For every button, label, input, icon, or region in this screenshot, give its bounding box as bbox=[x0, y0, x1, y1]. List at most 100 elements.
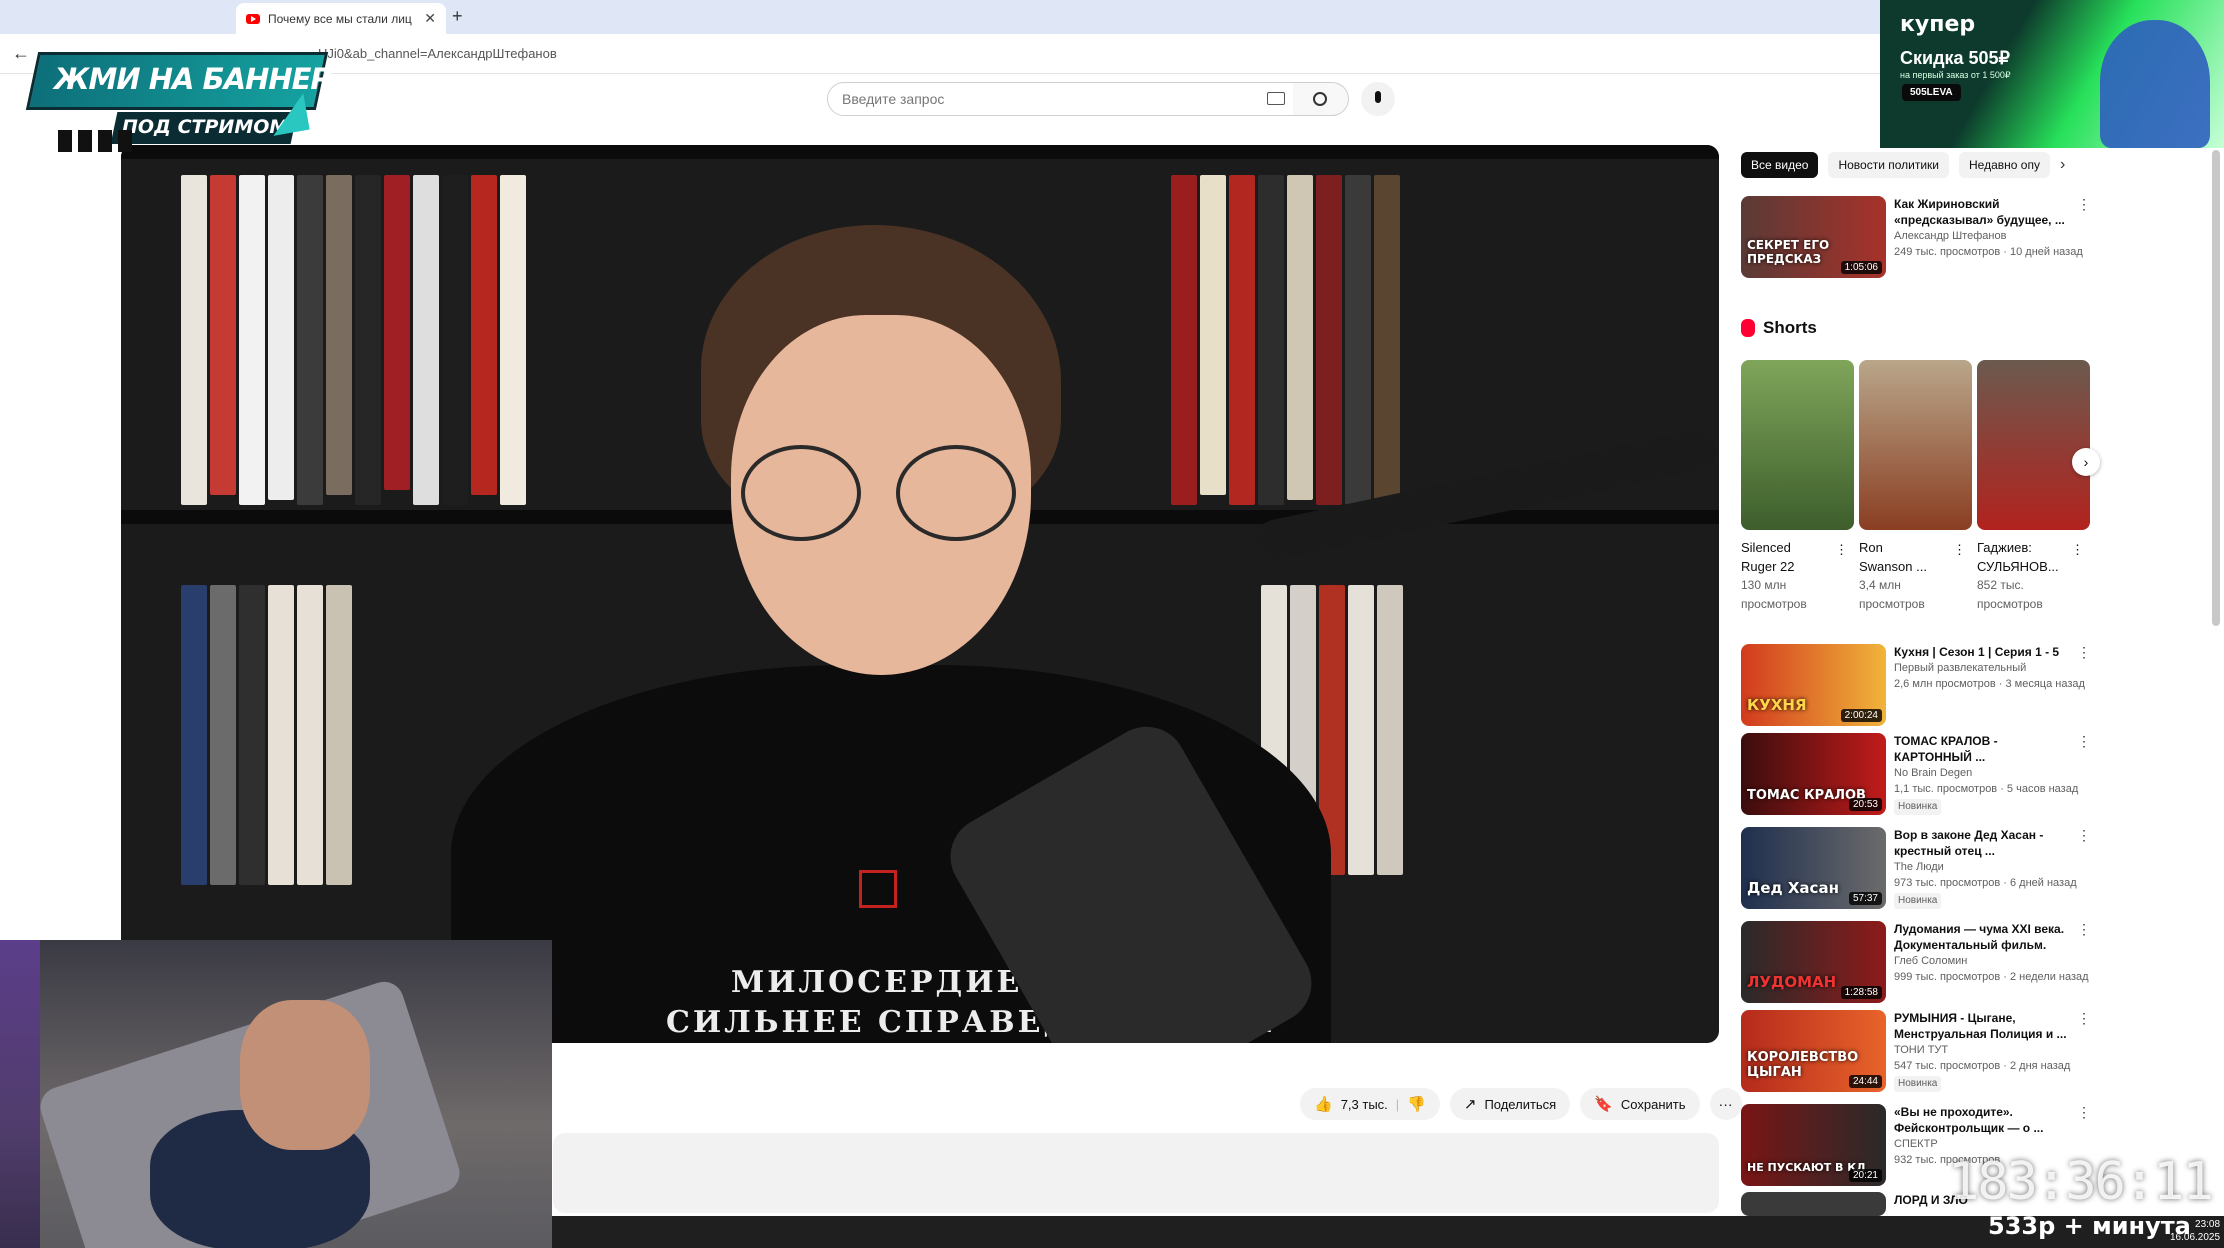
video-meta: Вор в законе Дед Хасан - крестный отец .… bbox=[1894, 827, 2091, 909]
video-meta: Как Жириновский «предсказывал» будущее, … bbox=[1894, 196, 2091, 278]
video-title[interactable]: ТОМАС КРАЛОВ - bbox=[1894, 733, 2091, 749]
more-vert-icon[interactable]: ⋮ bbox=[1953, 540, 1966, 559]
short-views: 3,4 млн bbox=[1859, 578, 1901, 592]
video-thumbnail[interactable]: СЕКРЕТ ЕГО ПРЕДСКАЗ 1:05:06 bbox=[1741, 196, 1886, 278]
chip-politics[interactable]: Новости политики bbox=[1828, 152, 1950, 178]
like-button[interactable]: 👍 7,3 тыс. | 👎 bbox=[1300, 1088, 1440, 1120]
channel-name[interactable]: The Люди bbox=[1894, 859, 2091, 875]
more-vert-icon[interactable]: ⋮ bbox=[2077, 733, 2091, 750]
stream-timer: 183:36:11 bbox=[1948, 1152, 2214, 1212]
thumbnail-text: ЛУДОМАН bbox=[1747, 973, 1837, 991]
list-item[interactable]: ЛУДОМАН 1:28:58 Лудомания — чума XXI век… bbox=[1741, 921, 2091, 1003]
more-vert-icon[interactable]: ⋮ bbox=[2077, 921, 2091, 938]
list-item[interactable]: КУХНЯ 2:00:24 Кухня | Сезон 1 | Серия 1 … bbox=[1741, 644, 2091, 726]
video-title-2[interactable]: крестный отец ... bbox=[1894, 843, 2091, 859]
more-vert-icon[interactable]: ⋮ bbox=[2077, 827, 2091, 844]
channel-name[interactable]: ТОНИ ТУТ bbox=[1894, 1042, 2091, 1058]
ad-promo-code: 505LEVA bbox=[1902, 84, 1961, 101]
chip-all[interactable]: Все видео bbox=[1741, 152, 1819, 178]
bookmark-icon: 🔖 bbox=[1594, 1096, 1613, 1113]
video-stats: 1,1 тыс. просмотров · 5 часов назад bbox=[1894, 783, 2079, 795]
video-thumbnail[interactable]: ЛУДОМАН 1:28:58 bbox=[1741, 921, 1886, 1003]
video-title-2[interactable]: Менструальная Полиция и ... bbox=[1894, 1026, 2091, 1042]
video-thumbnail[interactable]: Дед Хасан 57:37 bbox=[1741, 827, 1886, 909]
short-title-2[interactable]: Ruger 22 bbox=[1741, 557, 1854, 576]
banner-line1: ЖМИ НА БАННЕР bbox=[54, 62, 332, 96]
short-thumbnail-2[interactable] bbox=[1859, 360, 1972, 530]
channel-name[interactable]: No Brain Degen bbox=[1894, 765, 2091, 781]
video-stats: 547 тыс. просмотров · 2 дня назад bbox=[1894, 1060, 2071, 1072]
video-thumbnail[interactable]: НЕ ПУСКАЮТ В КЛ 20:21 bbox=[1741, 1104, 1886, 1186]
more-vert-icon[interactable]: ⋮ bbox=[2071, 540, 2084, 559]
ad-banner: купер Скидка 505₽ на первый заказ от 1 5… bbox=[1880, 0, 2224, 148]
ad-subtext: на первый заказ от 1 500₽ bbox=[1900, 70, 2011, 80]
video-title-2[interactable]: КАРТОННЫЙ ... bbox=[1894, 749, 2091, 765]
more-vert-icon[interactable]: ⋮ bbox=[2077, 1104, 2091, 1121]
video-thumbnail[interactable]: ТОМАС КРАЛОВ 20:53 bbox=[1741, 733, 1886, 815]
channel-name[interactable]: СПЕКТР bbox=[1894, 1136, 2091, 1152]
banner-line2: ПОД СТРИМОМ bbox=[122, 116, 289, 138]
chip-recent[interactable]: Недавно опу bbox=[1959, 152, 2050, 178]
keyboard-icon[interactable] bbox=[1267, 92, 1285, 105]
thumbs-up-icon: 👍 bbox=[1314, 1096, 1333, 1113]
shorts-header: Shorts bbox=[1741, 318, 1817, 338]
new-tab-button[interactable]: + bbox=[452, 6, 463, 27]
voice-search-button[interactable] bbox=[1361, 82, 1395, 116]
clock-time: 23:08 bbox=[2195, 1219, 2221, 1230]
more-actions-button[interactable]: ··· bbox=[1709, 1088, 1742, 1120]
video-thumbnail[interactable]: КУХНЯ 2:00:24 bbox=[1741, 644, 1886, 726]
list-item[interactable]: ТОМАС КРАЛОВ 20:53 ТОМАС КРАЛОВ - КАРТОН… bbox=[1741, 733, 2091, 815]
more-vert-icon[interactable]: ⋮ bbox=[1835, 540, 1848, 559]
video-title[interactable]: «Вы не проходите». bbox=[1894, 1104, 2091, 1120]
save-button[interactable]: 🔖 Сохранить bbox=[1580, 1088, 1700, 1120]
video-title[interactable]: Вор в законе Дед Хасан - bbox=[1894, 827, 2091, 843]
more-vert-icon[interactable]: ⋮ bbox=[2077, 196, 2091, 213]
search-input[interactable]: Введите запрос bbox=[827, 82, 1294, 116]
new-badge: Новинка bbox=[1894, 893, 1942, 909]
video-title[interactable]: Как Жириновский bbox=[1894, 196, 2091, 212]
list-item[interactable]: КОРОЛЕВСТВО ЦЫГАН 24:44 РУМЫНИЯ - Цыгане… bbox=[1741, 1010, 2091, 1092]
video-title-2[interactable]: «предсказывал» будущее, ... bbox=[1894, 212, 2091, 228]
shorts-title: Shorts bbox=[1763, 318, 1817, 337]
url-text[interactable]: HJi0&ab_channel=АлександрШтефанов bbox=[318, 46, 557, 61]
video-stats: 249 тыс. просмотров · 10 дней назад bbox=[1894, 246, 2083, 258]
description-box[interactable] bbox=[553, 1133, 1719, 1213]
more-vert-icon[interactable]: ⋮ bbox=[2077, 1010, 2091, 1027]
short-title-2[interactable]: Swanson ... bbox=[1859, 557, 1972, 576]
search-button[interactable] bbox=[1293, 82, 1349, 116]
share-label: Поделиться bbox=[1484, 1096, 1557, 1112]
video-title[interactable]: РУМЫНИЯ - Цыгане, bbox=[1894, 1010, 2091, 1026]
video-meta: Лудомания — чума XXI века. Документальны… bbox=[1894, 921, 2091, 1003]
video-meta: Кухня | Сезон 1 | Серия 1 - 5 Первый раз… bbox=[1894, 644, 2091, 726]
list-item[interactable]: СЕКРЕТ ЕГО ПРЕДСКАЗ 1:05:06 Как Жириновс… bbox=[1741, 196, 2091, 278]
more-vert-icon[interactable]: ⋮ bbox=[2077, 644, 2091, 661]
video-title-2[interactable]: Фейсконтрольщик — о ... bbox=[1894, 1120, 2091, 1136]
video-thumbnail[interactable] bbox=[1741, 1192, 1886, 1216]
chevron-right-icon[interactable]: › bbox=[2060, 156, 2065, 174]
page-scrollbar[interactable] bbox=[2212, 150, 2220, 626]
search-icon bbox=[1313, 92, 1327, 106]
channel-name[interactable]: Александр Штефанов bbox=[1894, 228, 2091, 244]
duration-badge: 20:53 bbox=[1848, 798, 1882, 811]
stream-banner: ЖМИ НА БАННЕР ПОД СТРИМОМ bbox=[18, 30, 338, 156]
close-icon[interactable]: ✕ bbox=[424, 10, 436, 27]
thumbs-down-icon[interactable]: 👎 bbox=[1407, 1095, 1426, 1113]
save-label: Сохранить bbox=[1620, 1096, 1686, 1112]
list-item[interactable]: Дед Хасан 57:37 Вор в законе Дед Хасан -… bbox=[1741, 827, 2091, 909]
video-title-2[interactable]: Документальный фильм. bbox=[1894, 937, 2091, 953]
video-player[interactable]: МИЛОСЕРДИЕ СИЛЬНЕЕ СПРАВЕДЛИВОСТИ bbox=[121, 145, 1719, 1043]
share-button[interactable]: ↗ Поделиться bbox=[1449, 1088, 1571, 1120]
channel-name[interactable]: Глеб Соломин bbox=[1894, 953, 2091, 969]
short-title-2[interactable]: СУЛЬЯНОВ... bbox=[1977, 557, 2090, 576]
short-thumbnail-3[interactable] bbox=[1977, 360, 2090, 530]
share-icon: ↗ bbox=[1463, 1096, 1477, 1113]
short-thumbnail-1[interactable] bbox=[1741, 360, 1854, 530]
video-title[interactable]: Кухня | Сезон 1 | Серия 1 - 5 bbox=[1894, 644, 2091, 660]
clock-date: 16.06.2025 bbox=[2170, 1232, 2221, 1243]
video-thumbnail[interactable]: КОРОЛЕВСТВО ЦЫГАН 24:44 bbox=[1741, 1010, 1886, 1092]
bookshelf-top bbox=[121, 145, 1719, 159]
video-title[interactable]: Лудомания — чума XXI века. bbox=[1894, 921, 2091, 937]
glasses-left bbox=[741, 445, 861, 541]
shorts-next-button[interactable]: › bbox=[2072, 448, 2100, 476]
channel-name[interactable]: Первый развлекательный bbox=[1894, 660, 2091, 676]
